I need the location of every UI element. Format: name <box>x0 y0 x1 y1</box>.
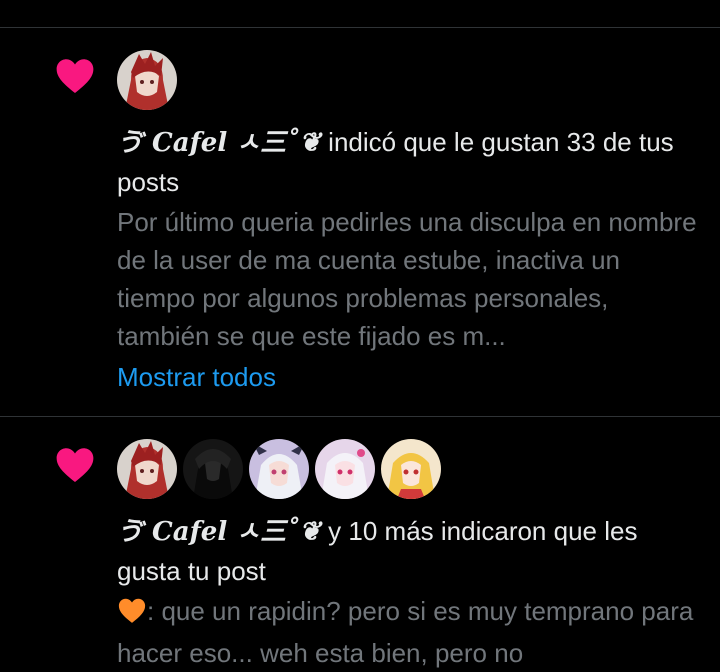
avatar[interactable] <box>381 439 441 499</box>
like-notification-2[interactable]: ゔ Cafel ㅅ三˚❦ y 10 más indicaron que les … <box>0 417 720 668</box>
notification-headline: ゔ Cafel ㅅ三˚❦ indicó que le gustan 33 de … <box>117 123 697 202</box>
like-notification-1[interactable]: ゔ Cafel ㅅ三˚❦ indicó que le gustan 33 de … <box>0 28 720 416</box>
avatar-row <box>117 50 177 110</box>
avatar[interactable] <box>183 439 243 499</box>
heart-icon <box>54 444 96 484</box>
orange-heart-icon <box>117 596 147 634</box>
avatar[interactable] <box>315 439 375 499</box>
post-preview[interactable]: : que un rapidin? pero si es muy tempran… <box>117 592 697 672</box>
avatar[interactable] <box>117 439 177 499</box>
post-preview[interactable]: Por último queria pedirles una disculpa … <box>117 203 697 355</box>
show-all-link[interactable]: Mostrar todos <box>117 358 276 396</box>
notification-headline: ゔ Cafel ㅅ三˚❦ y 10 más indicaron que les … <box>117 512 697 591</box>
avatar[interactable] <box>117 50 177 110</box>
post-preview-text: : que un rapidin? pero si es muy tempran… <box>117 596 694 668</box>
actor-name[interactable]: ゔ Cafel ㅅ三˚❦ <box>117 128 321 158</box>
avatar-row <box>117 439 441 499</box>
heart-icon <box>54 55 96 95</box>
actor-name[interactable]: ゔ Cafel ㅅ三˚❦ <box>117 517 321 547</box>
avatar[interactable] <box>249 439 309 499</box>
